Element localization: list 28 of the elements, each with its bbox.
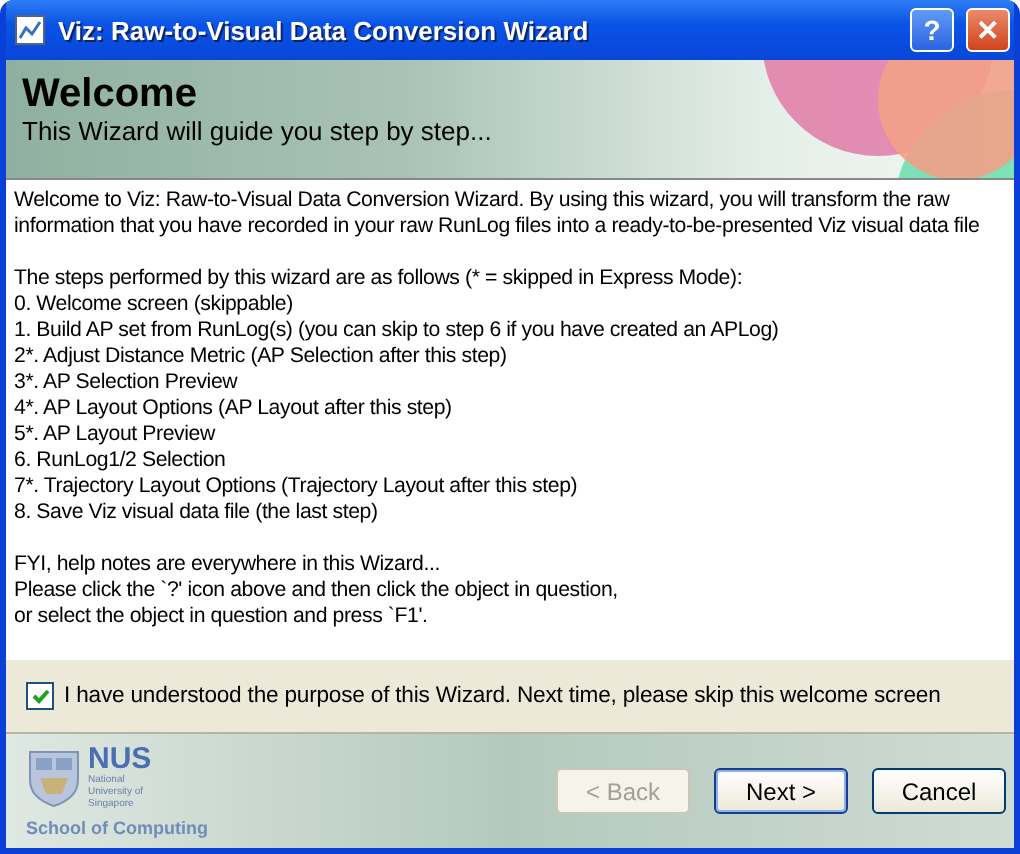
text-line: 4*. AP Layout Options (AP Layout after this step) <box>14 396 454 422</box>
text-line: 6. RunLog1/2 Selection <box>14 448 228 474</box>
header-subtitle: This Wizard will guide you step by step... <box>22 116 494 146</box>
logo-name: NUS <box>88 744 154 774</box>
checkbox-label: I have understood the purpose of this Wizard. Next time, please skip this welcome screen <box>64 684 941 708</box>
next-button[interactable]: Next > <box>714 768 848 814</box>
help-button[interactable]: ? <box>910 8 954 52</box>
text-line: 5*. AP Layout Preview <box>14 422 217 448</box>
close-button[interactable]: ✕ <box>966 8 1010 52</box>
text-line: 1. Build AP set from RunLog(s) (you can skip to step 6 if you have created an APLog) <box>14 318 781 344</box>
text-line: FYI, help notes are everywhere in this Wizard... <box>14 552 442 578</box>
text-line: The steps performed by this wizard are as follows (* = skipped in Express Mode): <box>14 266 745 292</box>
text-line: Please click the `?' icon above and then click the object in question, <box>14 578 620 604</box>
text-line: 8. Save Viz visual data file (the last step) <box>14 500 380 526</box>
header-title: Welcome <box>22 72 199 116</box>
school-name: School of Computing <box>26 818 208 838</box>
text-line: or select the object in question and press `F1'. <box>14 604 430 630</box>
cancel-button[interactable]: Cancel <box>872 768 1006 814</box>
text-line: 0. Welcome screen (skippable) <box>14 292 295 318</box>
text-line: 7*. Trajectory Layout Options (Trajectory Layout after this step) <box>14 474 580 500</box>
app-icon <box>14 14 46 46</box>
text-line: 3*. AP Selection Preview <box>14 370 240 396</box>
text-line: information that you have recorded in your raw RunLog files into a ready-to-be-presented Viz visual data file <box>14 214 982 240</box>
text-line: Welcome to Viz: Raw-to-Visual Data Conversion Wizard. By using this wizard, you will transform the raw <box>14 188 952 214</box>
window-title: Viz: Raw-to-Visual Data Conversion Wizard <box>58 15 591 45</box>
crest-icon <box>26 747 82 807</box>
skip-checkbox[interactable] <box>26 682 54 710</box>
text-line: 2*. Adjust Distance Metric (AP Selection after this step) <box>14 344 509 370</box>
